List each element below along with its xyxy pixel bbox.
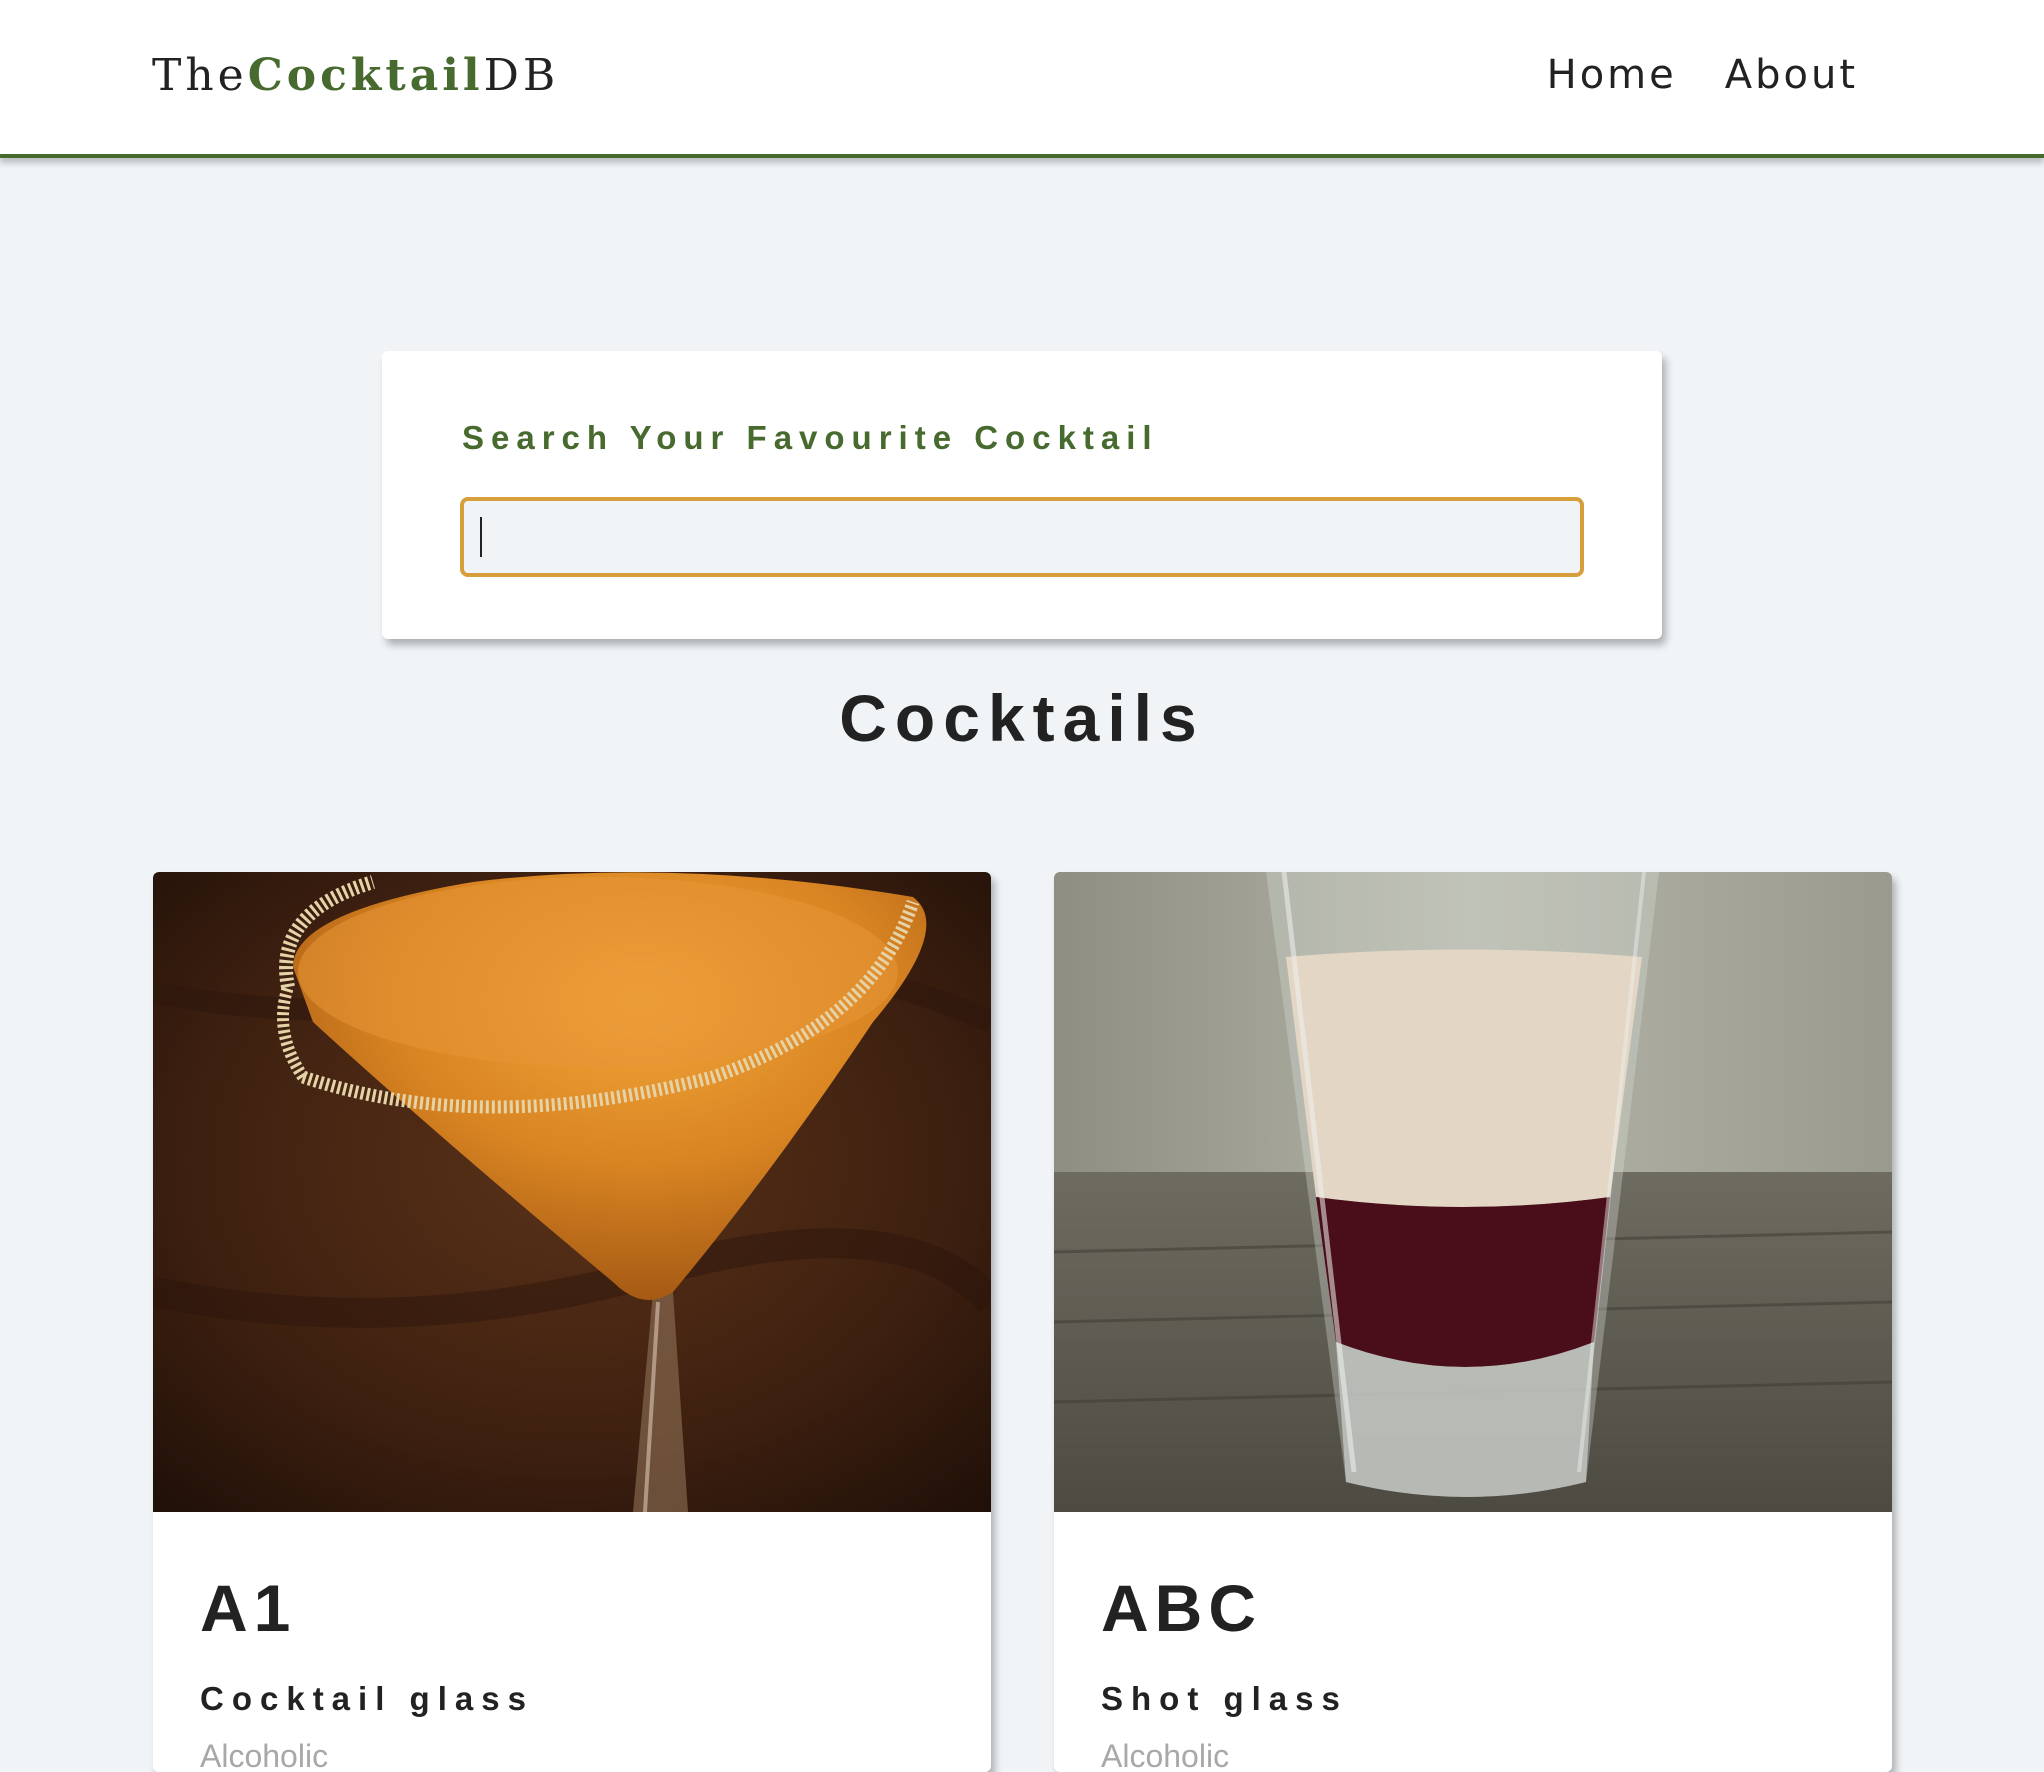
cocktail-card[interactable]: ABC Shot glass Alcoholic [1054, 872, 1892, 1772]
nav-link-about[interactable]: About [1725, 52, 1858, 98]
logo-prefix: The [152, 50, 248, 101]
nav-link-home[interactable]: Home [1547, 52, 1677, 98]
cocktail-name: ABC [1101, 1571, 1262, 1645]
site-logo[interactable]: TheCocktailDB [152, 50, 559, 101]
logo-suffix: DB [483, 50, 560, 101]
search-input[interactable] [460, 497, 1584, 577]
search-form: Search Your Favourite Cocktail [382, 351, 1662, 639]
cocktail-image [153, 872, 991, 1512]
logo-brand: Cocktail [247, 50, 484, 101]
cocktail-alcoholic: Alcoholic [1101, 1738, 1230, 1772]
section-title: Cocktails [839, 681, 1205, 755]
text-caret [480, 517, 482, 557]
cocktail-name: A1 [200, 1571, 297, 1645]
cocktail-card[interactable]: A1 Cocktail glass Alcoholic [153, 872, 991, 1772]
cocktail-glass: Cocktail glass [200, 1680, 534, 1717]
search-label: Search Your Favourite Cocktail [462, 419, 1159, 456]
cocktail-image [1054, 872, 1892, 1512]
nav-links: Home About [1547, 52, 1858, 98]
cocktail-alcoholic: Alcoholic [200, 1738, 329, 1772]
navbar: TheCocktailDB Home About [0, 0, 2044, 158]
cocktail-glass: Shot glass [1101, 1680, 1348, 1717]
